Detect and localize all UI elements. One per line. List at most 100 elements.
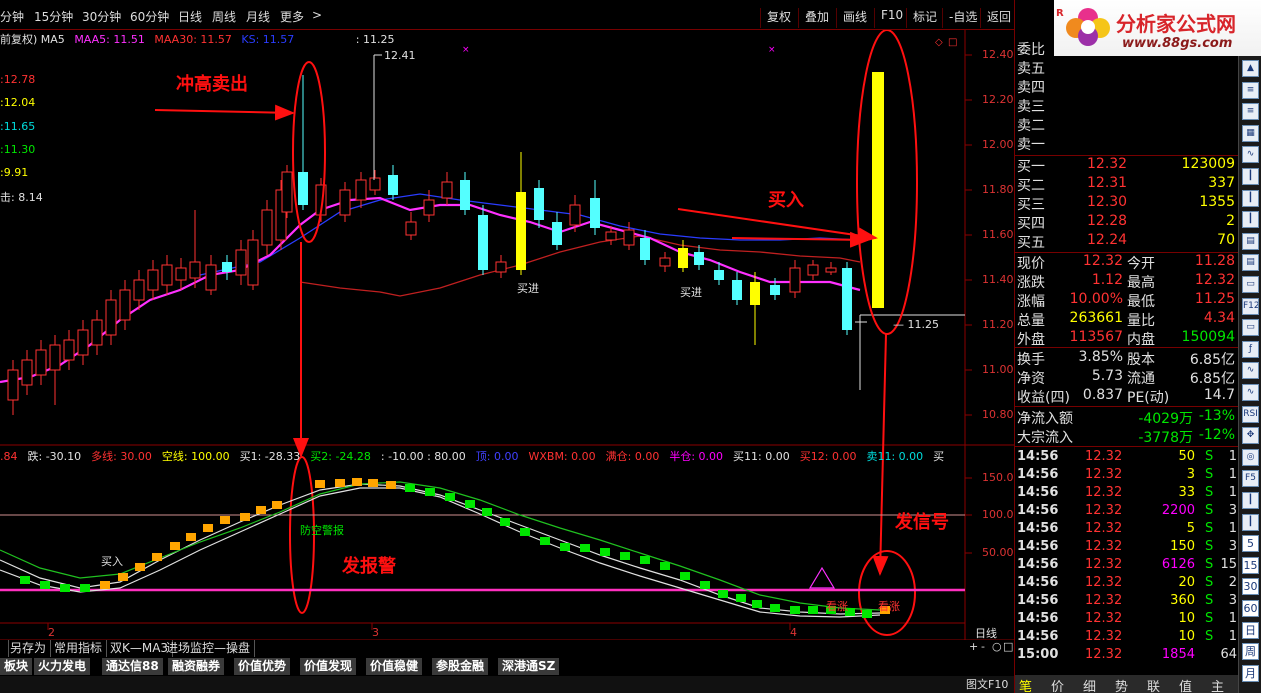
circle-button[interactable]: ○ [992,640,1002,653]
sidebar-button[interactable]: F12 [1242,297,1259,315]
kline-icon[interactable]: ┃ [1242,168,1259,185]
tab-szhk-connect[interactable]: 深港通SZ [498,658,561,675]
table-icon[interactable]: ▦ [1242,124,1259,142]
legend-cursor-price: : 11.25 [355,33,395,46]
kline-icon[interactable]: ┃ [1242,492,1259,509]
sidebar-button[interactable]: 30 [1242,578,1259,596]
stat-label: 净资 [1017,371,1045,387]
chart-icon[interactable]: ∿ [1242,384,1259,401]
bid-row[interactable]: 买三 12.30 1355 [1015,193,1239,213]
tick-time: 14:56 [1017,539,1059,554]
tick-tab-5[interactable]: 值 [1179,676,1192,693]
period-tab-daily[interactable]: 日线 [178,8,202,25]
chevron-right-icon[interactable]: > [312,8,322,22]
sidebar-button[interactable]: F5 [1242,470,1259,488]
tick-volume: 1854 [1161,647,1195,662]
sidebar-button[interactable]: 周 [1242,643,1259,661]
sidebar-button[interactable]: 5 [1242,535,1259,553]
kline-icon[interactable]: ┃ [1242,513,1259,531]
watchlist-remove-button[interactable]: -自选 [942,8,977,28]
ask-row[interactable]: 卖五 [1015,57,1239,77]
tick-time: 15:00 [1017,647,1059,662]
tab-save-as[interactable]: 另存为 [6,640,52,657]
move-icon[interactable]: ✥ [1242,427,1259,445]
period-tab-monthly[interactable]: 月线 [246,8,270,25]
sidebar-button[interactable]: 15 [1242,556,1259,574]
tab-value-discovery[interactable]: 价值发现 [300,658,358,675]
doc-icon[interactable]: ▭ [1242,319,1259,337]
last-price-label: — 11.25 [893,318,939,331]
stat-label: 现价 [1017,256,1045,272]
kline-icon[interactable]: ┃ [1242,211,1259,229]
mark-button[interactable]: 标记 [906,8,937,28]
kline-icon[interactable]: ┃ [1242,189,1259,207]
tick-tab-3[interactable]: 势 [1115,676,1128,693]
zoom-out-button[interactable]: - [981,640,985,653]
tab-margin[interactable]: 融资融券 [168,658,226,675]
restore-right-button[interactable]: 复权 [760,8,791,28]
sidebar-button[interactable]: 月 [1242,664,1259,682]
bid-row[interactable]: 买四 12.28 2 [1015,212,1239,232]
tab-common-indicators[interactable]: 常用指标 [50,640,108,657]
tick-side: S [1205,575,1214,590]
draw-line-button[interactable]: 画线 [836,8,867,28]
fx-icon[interactable]: ƒ [1242,340,1259,358]
tick-tab-0[interactable]: 笔 [1019,676,1032,693]
sidebar-button[interactable]: 60 [1242,600,1259,617]
ask-row[interactable]: 卖二 [1015,114,1239,134]
bid-row[interactable]: 买二 12.31 337 [1015,174,1239,194]
kline-chart-area[interactable]: × × ◇ □ [0,30,1014,640]
tab-value-advantage[interactable]: 价值优势 [234,658,292,675]
list-icon[interactable]: ≡ [1242,103,1259,121]
grid-icon[interactable]: ▤ [1242,254,1259,272]
back-button[interactable]: 返回 [980,8,1011,28]
up-arrow-icon[interactable]: ▲ [1242,60,1259,77]
tick-tab-4[interactable]: 联 [1147,676,1160,693]
tab-finance-stake[interactable]: 参股金融 [432,658,490,675]
sidebar-button[interactable]: 日 [1242,621,1259,639]
tick-tab-1[interactable]: 价 [1051,676,1064,693]
bid-row[interactable]: 买一 12.32 123009 [1015,155,1239,175]
tab-tdx88[interactable]: 通达信88 [102,658,164,675]
period-tab-15min[interactable]: 15分钟 [34,8,73,25]
tick-volume: 20 [1178,575,1195,590]
chart-icon[interactable]: ∿ [1242,362,1259,380]
period-tab-30min[interactable]: 30分钟 [82,8,121,25]
doc-icon[interactable]: ▭ [1242,276,1259,293]
tab-thermal-power[interactable]: 火力发电 [34,658,92,675]
chart-icon[interactable]: ∿ [1242,146,1259,164]
ask-row[interactable]: 卖三 [1015,95,1239,115]
grid-icon[interactable]: ▤ [1242,232,1259,250]
period-tab-more[interactable]: 更多 [280,8,304,25]
tick-volume: 6126 [1161,557,1195,572]
period-tab-weekly[interactable]: 周线 [212,8,236,25]
period-tab-1min[interactable]: 分钟 [0,8,24,25]
ask-row[interactable]: 卖一 [1015,133,1239,153]
stat-label: 涨幅 [1017,294,1045,310]
info-icon[interactable]: ◎ [1242,448,1259,466]
ask-row[interactable]: 卖四 [1015,76,1239,96]
axis-label: 12.20 [982,93,1014,106]
overlay-button[interactable]: 叠加 [798,8,829,28]
tick-count: 3 [1228,593,1237,608]
flow-label: 净流入额 [1017,411,1073,427]
tick-tab-6[interactable]: 主 [1211,676,1224,693]
ask-label: 卖二 [1017,118,1045,134]
logo-url: www.88gs.com [1122,36,1233,51]
f10-link[interactable]: 图文F10 [966,676,1014,693]
sidebar-button[interactable]: RSI [1242,405,1259,423]
tab-value-stable[interactable]: 价值稳健 [366,658,424,675]
stat-label: PE(动) [1127,390,1170,406]
tick-tab-2[interactable]: 细 [1083,676,1096,693]
period-tab-60min[interactable]: 60分钟 [130,8,169,25]
annotation-text: 发信号 [895,512,949,533]
square-button[interactable]: □ [1003,640,1013,653]
tick-price: 12.32 [1085,485,1123,500]
tab-entry-monitor[interactable]: 进场监控—操盘 [162,640,256,657]
zoom-in-button[interactable]: + [969,640,978,653]
list-icon[interactable]: ≡ [1242,81,1259,99]
f10-button[interactable]: F10 [874,8,903,28]
tab-sector[interactable]: 板块 [0,658,34,675]
bid-row[interactable]: 买五 12.24 70 [1015,231,1239,251]
date-mark: 4 [790,626,797,639]
